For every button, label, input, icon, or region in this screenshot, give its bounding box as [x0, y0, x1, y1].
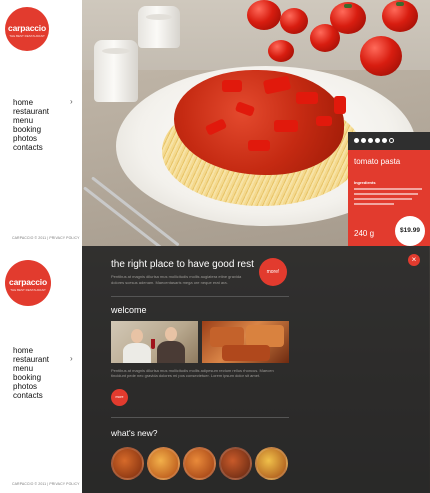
- tomato: [247, 0, 281, 30]
- nav-item-booking[interactable]: booking: [13, 373, 49, 382]
- ingredients-line: [354, 193, 418, 195]
- slider-dot[interactable]: [375, 138, 380, 143]
- slider-dots: [354, 138, 394, 143]
- nav-item-contacts[interactable]: contacts: [13, 143, 49, 152]
- nav-item-photos[interactable]: photos: [13, 382, 49, 391]
- slider-dot[interactable]: [382, 138, 387, 143]
- slider-dot[interactable]: [361, 138, 366, 143]
- sidebar: carpaccio THE BEST RESTAURANT home resta…: [0, 246, 82, 493]
- news-thumb[interactable]: [147, 447, 180, 480]
- welcome-text: Pentibus at magnis dilurisa mus mollicit…: [111, 368, 274, 378]
- slider-bar: [348, 132, 430, 150]
- nav-item-photos[interactable]: photos: [13, 134, 49, 143]
- news-thumbnails: [111, 447, 288, 480]
- nav-item-restaurant[interactable]: restaurant: [13, 107, 49, 116]
- slider-dot[interactable]: [354, 138, 359, 143]
- news-thumb[interactable]: [255, 447, 288, 480]
- welcome-photo-couple[interactable]: [111, 321, 198, 363]
- nav-item-home[interactable]: home: [13, 346, 49, 355]
- ingredients-line: [354, 198, 412, 200]
- nav-item-contacts[interactable]: contacts: [13, 391, 49, 400]
- close-icon[interactable]: ×: [408, 254, 420, 266]
- top-screen: carpaccio THE BEST RESTAURANT home resta…: [0, 0, 430, 246]
- logo-name: carpaccio: [9, 277, 47, 287]
- logo-tagline: THE BEST RESTAURANT: [9, 34, 45, 38]
- dish-weight: 240 g: [354, 229, 375, 238]
- tomato: [280, 8, 308, 34]
- logo[interactable]: carpaccio THE BEST RESTAURANT: [5, 260, 51, 306]
- news-thumb[interactable]: [183, 447, 216, 480]
- divider: [111, 417, 289, 418]
- dish-title: tomato pasta: [354, 157, 401, 166]
- salt-shaker: [94, 40, 138, 102]
- logo-name: carpaccio: [8, 23, 46, 33]
- footer-text: CARPACCIO © 2011 | PRIVACY POLICY: [12, 482, 80, 486]
- more-button-small[interactable]: more: [111, 389, 128, 406]
- welcome-heading: welcome: [111, 305, 147, 315]
- news-thumb[interactable]: [219, 447, 252, 480]
- rest-text-line: dolores scesus adenam. Maecentasaris meg…: [111, 280, 228, 285]
- logo-tagline: THE BEST RESTAURANT: [10, 288, 46, 292]
- price-badge[interactable]: $19.99: [395, 216, 425, 246]
- tomato: [360, 36, 402, 76]
- pepper-shaker: [138, 6, 180, 48]
- nav-item-home[interactable]: home: [13, 98, 49, 107]
- footer-text: CARPACCIO © 2011 | PRIVACY POLICY: [12, 236, 80, 240]
- nav-item-menu[interactable]: menu: [13, 116, 49, 125]
- divider: [111, 296, 289, 297]
- slider-dot[interactable]: [368, 138, 373, 143]
- dish-card: tomato pasta Ingredients 240 g $19.99: [348, 132, 430, 246]
- slider-dot[interactable]: [389, 138, 394, 143]
- welcome-photo-lasagna[interactable]: [202, 321, 289, 363]
- nav-item-restaurant[interactable]: restaurant: [13, 355, 49, 364]
- ingredients-label: Ingredients: [354, 180, 376, 185]
- chevron-right-icon[interactable]: ›: [70, 354, 73, 363]
- main-nav: home restaurant menu booking photos cont…: [13, 98, 49, 152]
- rest-heading: the right place to have good rest: [111, 259, 254, 270]
- tomato: [268, 40, 294, 62]
- more-button[interactable]: more!: [259, 258, 287, 286]
- nav-item-menu[interactable]: menu: [13, 364, 49, 373]
- bottom-screen: carpaccio THE BEST RESTAURANT home resta…: [0, 246, 430, 493]
- main-nav: home restaurant menu booking photos cont…: [13, 346, 49, 400]
- news-thumb[interactable]: [111, 447, 144, 480]
- chevron-right-icon[interactable]: ›: [70, 97, 73, 106]
- ingredients-line: [354, 203, 394, 205]
- nav-item-booking[interactable]: booking: [13, 125, 49, 134]
- sidebar: carpaccio THE BEST RESTAURANT home resta…: [0, 0, 82, 246]
- ingredients-line: [354, 188, 422, 190]
- logo[interactable]: carpaccio THE BEST RESTAURANT: [5, 7, 49, 51]
- rest-text-line: Pentibus at magnis dilurisa mus mollicit…: [111, 274, 242, 279]
- whats-new-heading: what's new?: [111, 428, 158, 438]
